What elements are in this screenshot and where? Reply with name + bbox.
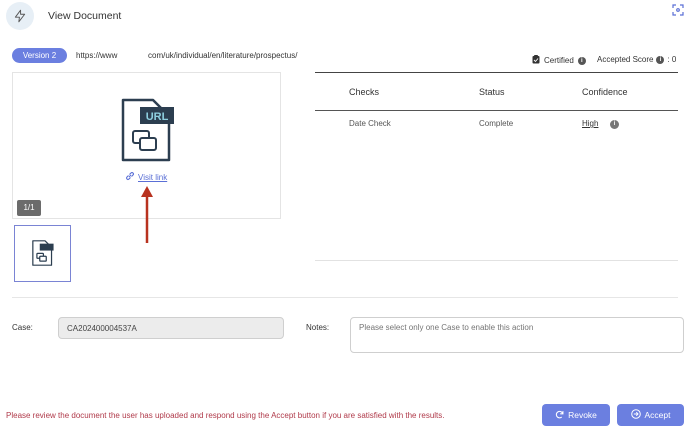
file-type-label: URL <box>146 111 169 123</box>
divider <box>12 297 678 298</box>
certified-icon <box>532 55 540 66</box>
header: View Document <box>0 0 688 38</box>
column-header-confidence: Confidence <box>582 87 628 97</box>
info-icon[interactable]: i <box>577 56 586 65</box>
visit-link-label[interactable]: Visit link <box>138 173 167 182</box>
version-badge[interactable]: Version 2 <box>12 48 67 63</box>
accepted-score: Accepted Score i : 0 <box>597 55 676 64</box>
page-title: View Document <box>48 10 122 22</box>
document-url-start: https://www <box>76 51 118 60</box>
notes-field[interactable] <box>350 317 684 353</box>
case-field[interactable] <box>58 317 284 339</box>
url-file-icon: URL <box>121 98 175 165</box>
page-indicator: 1/1 <box>17 200 41 216</box>
check-status: Complete <box>479 119 514 128</box>
certified-label: Certified <box>544 56 574 65</box>
accept-label: Accept <box>644 410 671 420</box>
divider <box>315 260 678 261</box>
table-header-row: Checks Status Confidence <box>315 73 678 110</box>
certified-status: Certified i <box>532 55 586 66</box>
visit-link[interactable]: Visit link <box>125 171 167 183</box>
review-instructions: Please review the document the user has … <box>6 411 445 420</box>
link-icon <box>125 171 135 183</box>
lightning-bolt-icon <box>6 2 34 30</box>
check-name: Date Check <box>349 119 391 128</box>
notes-label: Notes: <box>306 323 330 332</box>
checks-table: Checks Status Confidence Date Check Comp… <box>315 72 678 141</box>
accepted-score-label: Accepted Score <box>597 55 654 64</box>
accepted-score-value: : 0 <box>667 55 677 64</box>
column-header-status: Status <box>479 87 505 97</box>
case-label: Case: <box>12 323 33 332</box>
table-row: Date Check Complete High i <box>315 111 678 141</box>
annotation-arrow <box>140 185 154 248</box>
refresh-icon <box>555 410 564 421</box>
accept-button[interactable]: Accept <box>617 404 684 426</box>
revoke-label: Revoke <box>568 410 597 420</box>
info-icon[interactable]: i <box>610 120 619 129</box>
url-file-thumbnail-icon <box>32 240 54 269</box>
column-header-checks: Checks <box>349 87 380 97</box>
confidence-link[interactable]: High <box>582 119 598 128</box>
revoke-button[interactable]: Revoke <box>542 404 610 426</box>
document-url-end: com/uk/individual/en/literature/prospect… <box>148 51 298 60</box>
info-icon[interactable]: i <box>656 55 665 64</box>
arrow-right-circle-icon <box>630 409 641 421</box>
page-thumbnail[interactable] <box>14 225 71 282</box>
fullscreen-icon[interactable] <box>672 4 684 16</box>
